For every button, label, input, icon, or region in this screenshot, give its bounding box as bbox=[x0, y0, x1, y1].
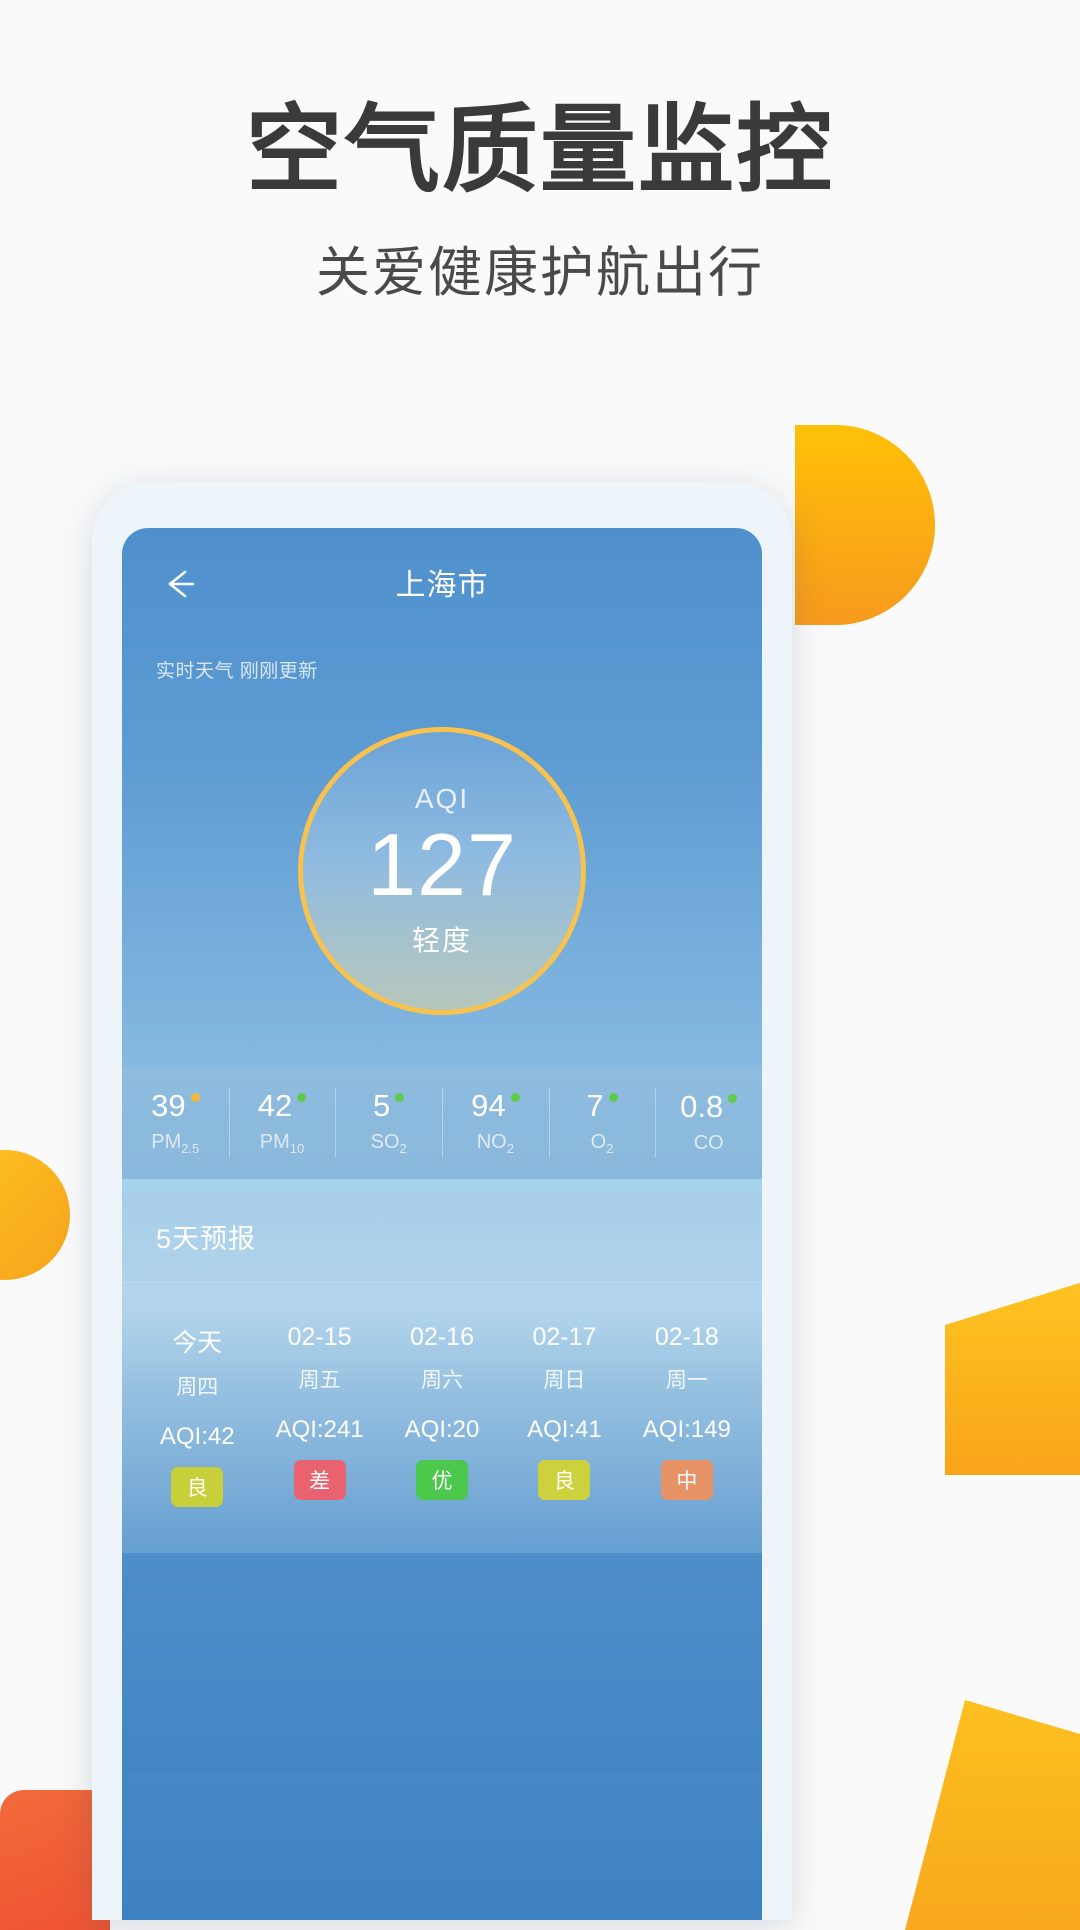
forecast-day[interactable]: 02-17 周日 AQI:41 良 bbox=[503, 1323, 625, 1507]
pollutant-status-dot bbox=[728, 1094, 738, 1103]
pollutant-value: 0.8 bbox=[680, 1089, 738, 1124]
pollutant-value: 94 bbox=[471, 1088, 520, 1123]
pollutant-value-text: 42 bbox=[257, 1088, 293, 1123]
pollutant-item[interactable]: 94 NO2 bbox=[442, 1084, 549, 1162]
forecast-day-aqi: AQI:149 bbox=[642, 1416, 731, 1443]
pollutant-value: 39 bbox=[151, 1088, 200, 1123]
forecast-day-weekday: 周一 bbox=[665, 1369, 708, 1392]
pollutant-status-dot bbox=[190, 1093, 200, 1102]
forecast-day[interactable]: 02-15 周五 AQI:241 差 bbox=[258, 1323, 380, 1507]
pollutant-value-text: 94 bbox=[471, 1088, 506, 1123]
forecast-day[interactable]: 02-16 周六 AQI:20 优 bbox=[381, 1323, 503, 1507]
section-divider bbox=[122, 1179, 762, 1191]
aqi-label: AQI bbox=[414, 783, 470, 815]
pollutant-name: NO2 bbox=[476, 1131, 514, 1156]
pollutant-item[interactable]: 7 O2 bbox=[548, 1084, 656, 1162]
pollutant-name: PM10 bbox=[259, 1131, 305, 1156]
update-status-text: 实时天气 刚刚更新 bbox=[156, 661, 318, 682]
forecast-day-date: 02-15 bbox=[287, 1323, 352, 1351]
forecast-day-weekday: 周四 bbox=[176, 1376, 219, 1399]
city-title[interactable]: 上海市 bbox=[396, 560, 489, 604]
pollutant-item[interactable]: 39 PM2.5 bbox=[122, 1084, 229, 1162]
forecast-title: 5天预报 bbox=[122, 1191, 762, 1283]
decorative-triangle-shape-lower bbox=[905, 1700, 1080, 1930]
forecast-day-aqi: AQI:42 bbox=[159, 1423, 235, 1450]
pollutant-item[interactable]: 0.8 CO bbox=[655, 1084, 762, 1162]
pollutant-value-text: 5 bbox=[373, 1088, 391, 1123]
forecast-day-date: 02-16 bbox=[410, 1323, 474, 1351]
pollutant-status-dot bbox=[395, 1093, 405, 1102]
forecast-day-weekday: 周日 bbox=[543, 1369, 586, 1392]
pollutant-name: PM2.5 bbox=[151, 1131, 200, 1156]
pollutant-name: SO2 bbox=[370, 1131, 407, 1156]
forecast-day-weekday: 周六 bbox=[421, 1369, 464, 1392]
pollutant-value-text: 7 bbox=[586, 1088, 604, 1123]
forecast-day-badge: 中 bbox=[660, 1460, 713, 1500]
arrow-left-icon bbox=[159, 568, 199, 600]
page-subtitle: 关爱健康护航出行 bbox=[316, 243, 764, 304]
pollutant-status-dot bbox=[297, 1093, 307, 1102]
pollutant-item[interactable]: 5 SO2 bbox=[335, 1084, 442, 1162]
pollutant-value: 5 bbox=[373, 1088, 405, 1123]
pollutant-name: O2 bbox=[590, 1131, 614, 1156]
page-title: 空气质量监控 bbox=[246, 97, 834, 204]
forecast-day[interactable]: 02-18 周一 AQI:149 中 bbox=[626, 1323, 748, 1507]
pollutant-status-dot bbox=[510, 1093, 520, 1102]
back-button[interactable] bbox=[152, 562, 206, 606]
forecast-day-list: 今天周四 AQI:42 良 02-15 周五 AQI:241 差 02-16 周六 AQI:20 优… bbox=[122, 1283, 762, 1553]
decorative-circle-shape bbox=[0, 1150, 70, 1280]
forecast-day-aqi: AQI:241 bbox=[275, 1416, 364, 1443]
forecast-day[interactable]: 今天周四 AQI:42 良 bbox=[136, 1323, 258, 1507]
forecast-day-date: 02-17 bbox=[532, 1323, 597, 1351]
pollutant-value-text: 0.8 bbox=[680, 1089, 724, 1124]
forecast-day-badge: 良 bbox=[538, 1460, 591, 1500]
decorative-sun-shape bbox=[795, 425, 935, 625]
pollutant-item[interactable]: 42 PM10 bbox=[228, 1084, 336, 1162]
phone-mockup: 上海市 实时天气 刚刚更新 AQI 127 轻度 39 PM2.5 42 PM10 5 S… bbox=[92, 482, 792, 1920]
aqi-value: 127 bbox=[367, 815, 517, 915]
forecast-day-weekday: 周五 bbox=[298, 1369, 341, 1392]
pollutant-value-text: 39 bbox=[151, 1088, 186, 1123]
forecast-day-date: 今天 bbox=[172, 1329, 223, 1357]
decorative-triangle-shape-upper bbox=[945, 1275, 1080, 1475]
forecast-day-badge: 优 bbox=[416, 1460, 469, 1500]
promo-header: 空气质量监控 关爱健康护航出行 bbox=[0, 0, 1080, 307]
app-navbar: 上海市 bbox=[122, 528, 762, 636]
forecast-day-aqi: AQI:20 bbox=[404, 1416, 480, 1443]
forecast-day-badge: 差 bbox=[293, 1460, 346, 1500]
screen-bottom-fill bbox=[122, 1553, 762, 1773]
forecast-card: 5天预报 今天周四 AQI:42 良 02-15 周五 AQI:241 差 02-16 周六 AQ… bbox=[122, 1191, 762, 1553]
forecast-day-aqi: AQI:41 bbox=[527, 1416, 602, 1443]
aqi-gauge-wrap: AQI 127 轻度 bbox=[122, 727, 762, 1015]
aqi-level: 轻度 bbox=[411, 924, 472, 956]
pollutant-value: 7 bbox=[586, 1088, 618, 1123]
pollutant-name: CO bbox=[693, 1132, 724, 1154]
aqi-gauge[interactable]: AQI 127 轻度 bbox=[298, 727, 586, 1015]
app-screen: 上海市 实时天气 刚刚更新 AQI 127 轻度 39 PM2.5 42 PM10 5 S… bbox=[122, 528, 762, 1920]
pollutant-row: 39 PM2.5 42 PM10 5 SO2 94 NO2 7 O2 0.8 CO bbox=[122, 1067, 762, 1179]
pollutant-value: 42 bbox=[257, 1088, 307, 1123]
forecast-day-date: 02-18 bbox=[654, 1323, 719, 1351]
forecast-day-badge: 良 bbox=[171, 1467, 224, 1507]
pollutant-status-dot bbox=[608, 1093, 618, 1102]
